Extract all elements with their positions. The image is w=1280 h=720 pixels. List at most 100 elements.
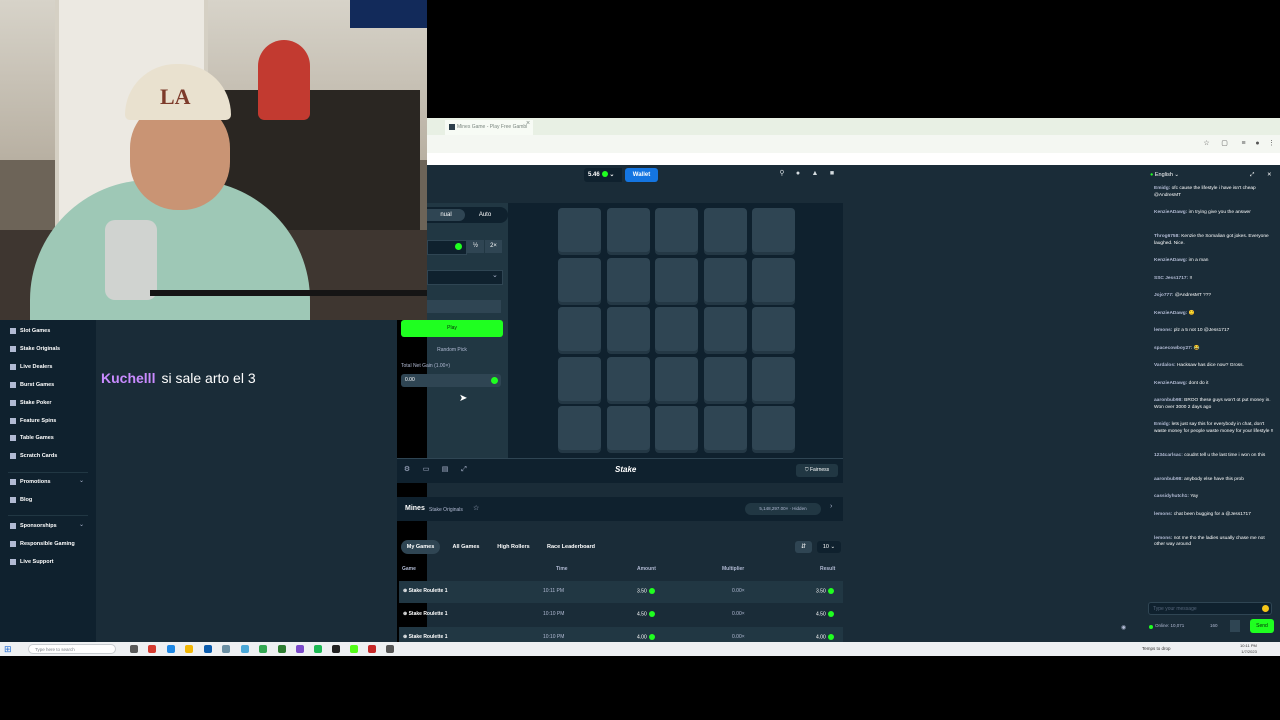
mine-tile[interactable] [558, 356, 601, 401]
double-bet-button[interactable]: 2× [485, 240, 502, 253]
tab-race-leaderboard[interactable]: Race Leaderboard [541, 540, 601, 554]
mine-tile[interactable] [606, 307, 650, 351]
star-icon[interactable]: ☆ [1202, 139, 1211, 148]
chat-username[interactable]: KenzieADawg: [1154, 210, 1187, 215]
chat-username[interactable]: lemons: [1154, 536, 1172, 541]
mine-tile[interactable] [655, 307, 698, 351]
obs-icon[interactable] [332, 645, 340, 653]
manual-tab[interactable]: nual [427, 209, 465, 221]
user-icon[interactable]: ● [794, 170, 802, 178]
sidebar-item-table-games[interactable]: Table Games [10, 430, 54, 446]
chat-icon[interactable]: ■ [828, 170, 836, 178]
sidebar-item-promotions[interactable]: Promotions [10, 474, 51, 490]
row-game[interactable]: ⊛ Stake Roulette 1 [403, 588, 448, 594]
wallet-button[interactable]: Wallet [625, 168, 658, 182]
row-game[interactable]: ⊛ Stake Roulette 1 [403, 634, 448, 640]
random-pick-button[interactable]: Random Pick [401, 344, 503, 356]
mine-tile[interactable] [558, 208, 601, 252]
chat-username[interactable]: Vardalos: [1154, 363, 1176, 368]
mine-tile[interactable] [655, 257, 698, 302]
task-view-icon[interactable] [130, 645, 138, 653]
app-icon[interactable] [222, 645, 230, 653]
windows-start-icon[interactable]: ⊞ [4, 645, 12, 654]
sidebar-item-scratch-cards[interactable]: Scratch Cards [10, 448, 57, 464]
app-icon[interactable] [278, 645, 286, 653]
mine-tile[interactable] [752, 406, 795, 450]
sidebar-item-stake-originals[interactable]: Stake Originals [10, 341, 60, 357]
mine-tile[interactable] [703, 356, 747, 401]
mine-tile[interactable] [752, 208, 795, 252]
sidebar-item-feature-spins[interactable]: Feature Spins [10, 413, 56, 429]
taskbar-search[interactable]: Type here to search [28, 644, 116, 654]
chat-username[interactable]: KenzieADawg: [1154, 311, 1187, 316]
mine-tile[interactable] [655, 356, 698, 401]
settings-icon[interactable]: ⚙ [403, 466, 411, 474]
browser-tab[interactable]: Mines Game - Play Free Gambl [445, 120, 533, 135]
mine-tile[interactable] [558, 406, 601, 450]
game-provider[interactable]: Stake Originals [429, 507, 463, 513]
chevron-right-icon[interactable]: › [830, 503, 832, 510]
auto-tab[interactable]: Auto [465, 209, 505, 221]
close-icon[interactable]: ✕ [1267, 168, 1272, 183]
weather-widget[interactable]: Temps to drop [1142, 646, 1171, 651]
sidebar-item-slot-games[interactable]: Slot Games [10, 323, 50, 339]
sidebar-item-blog[interactable]: Blog [10, 492, 32, 508]
chat-rules-icon[interactable] [1230, 620, 1240, 632]
sidebar-item-live-dealers[interactable]: Live Dealers [10, 359, 52, 375]
play-button[interactable]: Play [401, 320, 503, 337]
mine-tile[interactable] [703, 406, 747, 450]
clock[interactable]: 10:11 PM 1/7/2023 [1240, 643, 1257, 655]
mine-tile[interactable] [606, 257, 650, 302]
app-icon[interactable] [350, 645, 358, 653]
app-icon[interactable] [314, 645, 322, 653]
extensions-icon[interactable]: ▢ [1220, 139, 1229, 148]
mine-tile[interactable] [558, 257, 601, 302]
chat-input[interactable]: Type your message [1148, 602, 1272, 615]
sidebar-item-burst-games[interactable]: Burst Games [10, 377, 54, 393]
app-icon[interactable] [368, 645, 376, 653]
app-icon[interactable] [148, 645, 156, 653]
chat-username[interactable]: Throg6758: [1154, 234, 1180, 239]
chat-username[interactable]: cassidyhutch1: [1154, 494, 1189, 499]
half-bet-button[interactable]: ½ [467, 240, 484, 253]
balance-display[interactable]: 5.46 ⌄ [584, 168, 622, 182]
row-game[interactable]: ⊛ Stake Roulette 1 [403, 611, 448, 617]
favorite-star-icon[interactable]: ☆ [473, 504, 479, 512]
mine-tile[interactable] [558, 307, 601, 351]
chat-username[interactable]: spacecowboy27: [1154, 346, 1192, 351]
mine-tile[interactable] [703, 257, 747, 302]
app-icon[interactable] [241, 645, 249, 653]
tab-high-rollers[interactable]: High Rollers [491, 540, 536, 554]
store-icon[interactable] [204, 645, 212, 653]
more-icon[interactable]: ⋮ [1267, 139, 1276, 148]
chat-username[interactable]: KenzieADawg: [1154, 258, 1187, 263]
address-bar[interactable]: ☆ ▢ ≡ ● ⋮ [427, 135, 1280, 153]
mine-tile[interactable] [752, 307, 795, 351]
table-row[interactable]: ⊛ Stake Roulette 1 10:10 PM 4.50 0.00× 4… [399, 604, 843, 626]
mine-tile[interactable] [655, 406, 698, 450]
app-icon[interactable] [386, 645, 394, 653]
chat-username[interactable]: lemons: [1154, 512, 1172, 517]
fairness-button[interactable]: ⛉ Fairness [796, 464, 838, 477]
mine-tile[interactable] [752, 356, 795, 401]
chat-username[interactable]: SSC Jess1717: [1154, 276, 1188, 281]
chat-username[interactable]: Emidg: [1154, 422, 1170, 427]
table-settings-button[interactable]: ⇵ [795, 541, 812, 553]
expand-icon[interactable]: ⤢ [460, 466, 468, 474]
sidebar-item-live-support[interactable]: Live Support [10, 554, 54, 570]
tab-all-games[interactable]: All Games [446, 540, 486, 554]
popout-icon[interactable]: ⤢ [1250, 168, 1254, 183]
mine-tile[interactable] [703, 208, 747, 252]
send-button[interactable]: Send [1250, 619, 1274, 633]
sidebar-item-responsible-gaming[interactable]: Responsible Gaming [10, 536, 75, 552]
table-row[interactable]: ⊛ Stake Roulette 1 10:11 PM 3.50 0.00× 3… [399, 581, 843, 603]
table-row[interactable]: ⊛ Stake Roulette 1 10:10 PM 4.00 0.00× 4… [399, 627, 843, 642]
chrome-icon[interactable] [259, 645, 267, 653]
support-icon[interactable]: ◉ [1121, 624, 1126, 631]
mine-tile[interactable] [655, 208, 698, 252]
mine-tile[interactable] [703, 307, 747, 351]
menu-icon[interactable]: ≡ [1239, 139, 1248, 148]
rows-count-select[interactable]: 10 ⌄ [817, 541, 841, 553]
chat-username[interactable]: aaronbub98: [1154, 398, 1183, 403]
mine-tile[interactable] [606, 356, 650, 401]
